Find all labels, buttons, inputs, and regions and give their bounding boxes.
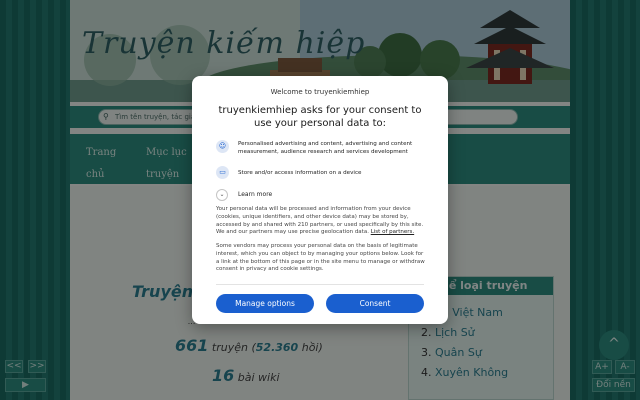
consent-dialog: Welcome to truyenkiemhiep truyenkiemhiep… <box>192 76 448 324</box>
manage-options-button[interactable]: Manage options <box>216 294 314 313</box>
purpose-text: Store and/or access information on a dev… <box>238 170 362 176</box>
consent-welcome: Welcome to truyenkiemhiep <box>270 88 370 96</box>
person-icon: ☺ <box>216 140 229 153</box>
device-icon: ▭ <box>216 166 229 179</box>
chevron-down-icon: ⌄ <box>216 189 228 201</box>
consent-paragraph-1: Your personal data will be processed and… <box>216 206 426 237</box>
purpose-text: Personalised advertising and content, ad… <box>238 141 413 155</box>
consent-divider <box>216 284 424 285</box>
consent-title: truyenkiemhiep asks for your consent to … <box>218 105 422 129</box>
learn-more-label: Learn more <box>238 191 273 198</box>
list-of-partners-link[interactable]: List of partners. <box>371 229 414 235</box>
consent-button[interactable]: Consent <box>326 294 424 313</box>
consent-paragraph-2: Some vendors may process your personal d… <box>216 243 425 273</box>
